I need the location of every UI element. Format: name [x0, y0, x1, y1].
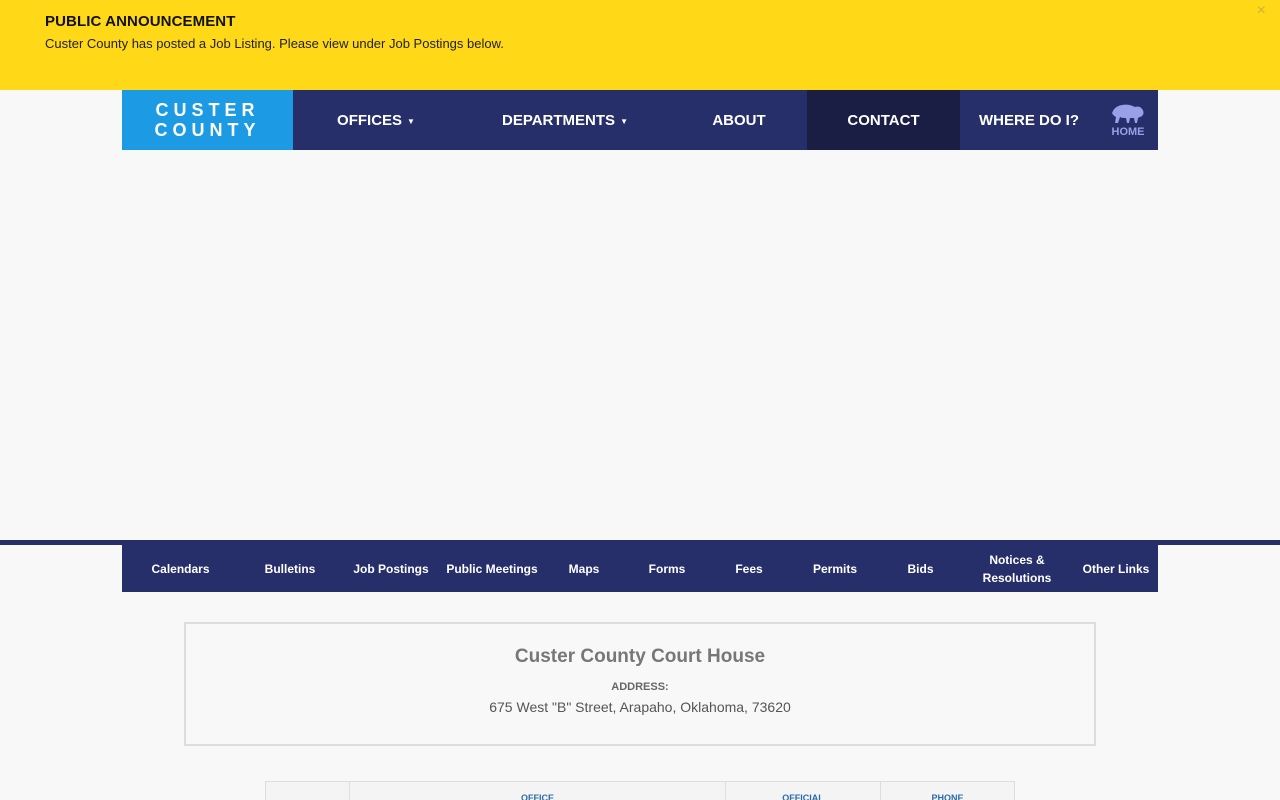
table-header-official: OFFICIAL — [726, 782, 881, 800]
quick-link-maps[interactable]: Maps — [543, 545, 625, 592]
nav-departments-label: DEPARTMENTS — [502, 111, 616, 129]
nav-contact[interactable]: CONTACT — [807, 90, 960, 150]
nav-about[interactable]: ABOUT — [671, 90, 807, 150]
table-header-office: OFFICE — [350, 782, 726, 800]
announcement-title: PUBLIC ANNOUNCEMENT — [45, 13, 236, 30]
directory-table-header: OFFICE OFFICIAL PHONE — [265, 781, 1015, 800]
table-header-blank — [266, 782, 350, 800]
quick-link-bulletins[interactable]: Bulletins — [239, 545, 341, 592]
nav-contact-label: CONTACT — [847, 111, 920, 129]
main-nav: CUSTER COUNTY OFFICES ▼ DEPARTMENTS ▼ AB… — [122, 90, 1158, 150]
close-icon[interactable]: × — [1257, 2, 1266, 20]
quick-link-calendars[interactable]: Calendars — [122, 545, 239, 592]
quick-link-public-meetings[interactable]: Public Meetings — [441, 545, 543, 592]
announcement-banner: PUBLIC ANNOUNCEMENT Custer County has po… — [0, 0, 1280, 90]
courthouse-card: Custer County Court House ADDRESS: 675 W… — [184, 622, 1096, 746]
logo-line-2: COUNTY — [154, 120, 261, 140]
home-button[interactable]: HOME — [1098, 90, 1158, 150]
nav-about-label: ABOUT — [712, 111, 766, 129]
quick-link-forms[interactable]: Forms — [625, 545, 709, 592]
nav-where-do-i-label: WHERE DO I? — [979, 111, 1079, 129]
quick-link-other-links[interactable]: Other Links — [1074, 545, 1158, 592]
nav-departments[interactable]: DEPARTMENTS ▼ — [459, 90, 671, 150]
caret-down-icon: ▼ — [620, 116, 628, 126]
announcement-message: Custer County has posted a Job Listing. … — [45, 36, 504, 51]
nav-offices[interactable]: OFFICES ▼ — [293, 90, 459, 150]
home-label: HOME — [1111, 126, 1145, 138]
nav-offices-label: OFFICES — [337, 111, 403, 129]
quick-link-notices-resolutions[interactable]: Notices & Resolutions — [960, 545, 1074, 592]
quick-links-bar: Calendars Bulletins Job Postings Public … — [122, 545, 1158, 592]
quick-link-fees[interactable]: Fees — [709, 545, 789, 592]
nav-where-do-i[interactable]: WHERE DO I? — [960, 90, 1098, 150]
quick-link-permits[interactable]: Permits — [789, 545, 881, 592]
quick-link-bids[interactable]: Bids — [881, 545, 960, 592]
caret-down-icon: ▼ — [407, 116, 415, 126]
courthouse-name: Custer County Court House — [514, 646, 766, 667]
bison-icon — [1112, 104, 1144, 123]
logo-line-1: CUSTER — [155, 100, 260, 120]
site-logo[interactable]: CUSTER COUNTY — [122, 90, 293, 150]
courthouse-address: 675 West "B" Street, Arapaho, Oklahoma, … — [489, 699, 791, 715]
address-label: ADDRESS: — [611, 681, 669, 693]
quick-link-job-postings[interactable]: Job Postings — [341, 545, 441, 592]
table-header-phone: PHONE — [931, 793, 964, 800]
